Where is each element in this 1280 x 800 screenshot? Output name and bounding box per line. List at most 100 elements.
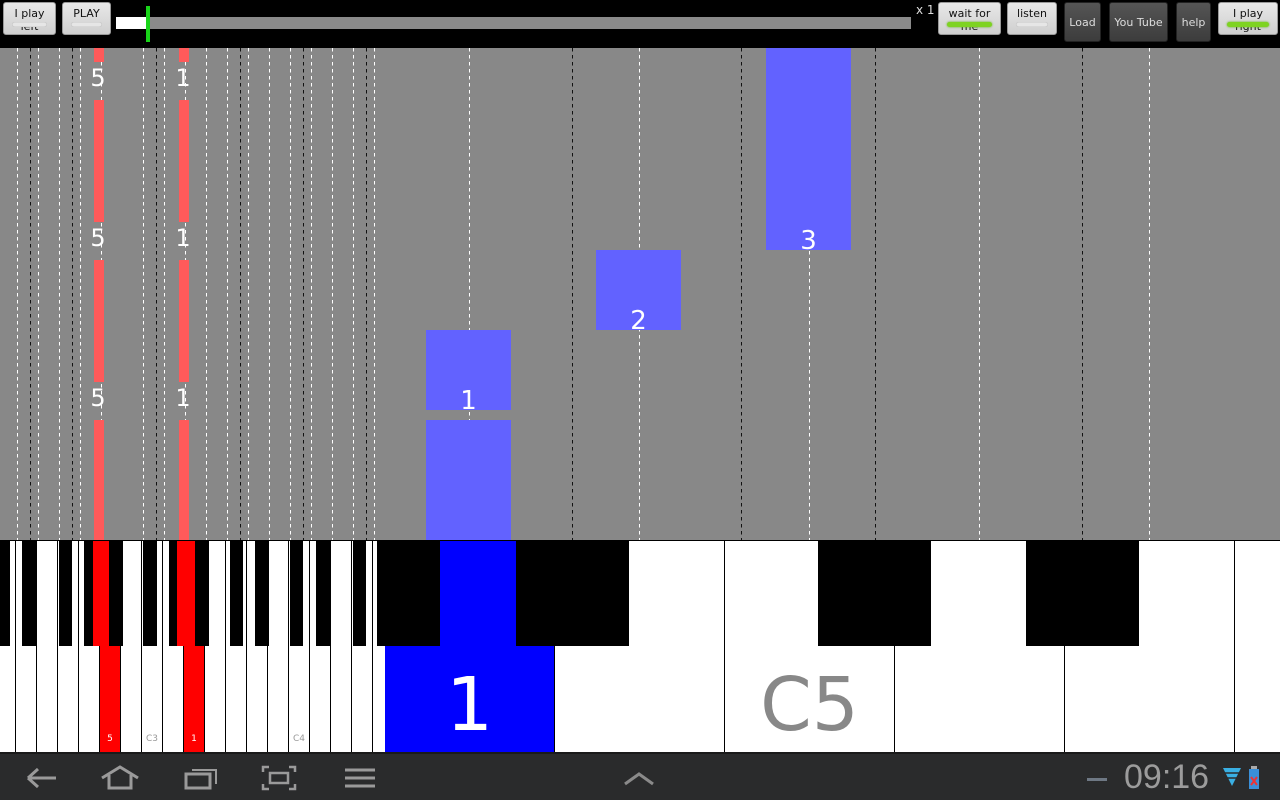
song-progress-fill xyxy=(116,17,148,29)
play-indicator xyxy=(71,22,102,27)
piano-black-key[interactable] xyxy=(255,541,269,646)
right-hand-note: 1 xyxy=(426,330,511,416)
piano-black-key[interactable] xyxy=(818,541,931,646)
menu-icon[interactable] xyxy=(338,764,382,792)
lane-gridline xyxy=(353,48,354,540)
piano-black-key[interactable] xyxy=(353,541,366,646)
piano-black-key[interactable] xyxy=(1026,541,1139,646)
toolbar: I play left PLAY x 1 wait for me listen … xyxy=(0,0,1280,48)
play-right-label: I play right xyxy=(1232,7,1264,33)
piano-black-key[interactable] xyxy=(516,541,629,646)
left-finger-label: 5 xyxy=(90,384,106,412)
right-hand-note: 3 xyxy=(766,48,851,256)
piano-white-key[interactable] xyxy=(268,541,289,752)
right-finger-label: 1 xyxy=(460,386,477,416)
home-icon[interactable] xyxy=(98,764,142,792)
lane-gridline xyxy=(1149,48,1150,540)
left-finger-label: 5 xyxy=(90,64,106,92)
lane-gridline xyxy=(248,48,249,540)
left-hand-key-highlight xyxy=(93,541,106,646)
play-right-indicator xyxy=(1227,22,1269,27)
play-left-indicator xyxy=(12,22,47,27)
key-label: 5 xyxy=(107,734,113,744)
piano-black-key[interactable] xyxy=(290,541,303,646)
right-hand-note: 2 xyxy=(596,250,681,336)
lane-gridline xyxy=(38,48,39,540)
lane-gridline xyxy=(164,48,165,540)
left-finger-label: 1 xyxy=(175,384,191,412)
lane-gridline xyxy=(290,48,291,540)
wait-for-me-button[interactable]: wait for me xyxy=(938,2,1001,35)
screenshot-icon[interactable] xyxy=(257,764,301,792)
right-hand-note xyxy=(426,420,511,540)
lane-gridline xyxy=(572,48,573,540)
piano-black-key[interactable] xyxy=(377,541,440,646)
key-label: 1 xyxy=(191,734,197,744)
lane-gridline xyxy=(30,48,31,540)
lane-gridline xyxy=(332,48,333,540)
piano-white-key[interactable] xyxy=(121,541,142,752)
play-button[interactable]: PLAY xyxy=(62,2,111,35)
system-nav-bar: 09:16 xyxy=(0,752,1280,800)
lane-gridline xyxy=(17,48,18,540)
chevron-up-icon[interactable] xyxy=(617,764,661,792)
lane-gridline xyxy=(979,48,980,540)
speed-label[interactable]: x 1 xyxy=(916,3,935,17)
left-hand-note xyxy=(94,100,104,222)
left-finger-label: 5 xyxy=(90,224,106,252)
clock[interactable]: 09:16 xyxy=(1124,758,1209,797)
lane-gridline xyxy=(72,48,73,540)
piano-black-key[interactable] xyxy=(143,541,157,646)
lane-gridline xyxy=(80,48,81,540)
battery-icon xyxy=(1249,766,1259,789)
left-hand-note xyxy=(179,100,189,222)
lane-gridline xyxy=(311,48,312,540)
lane-gridline xyxy=(206,48,207,540)
lane-gridline xyxy=(741,48,742,540)
wifi-icon xyxy=(1223,768,1241,786)
piano-black-key[interactable] xyxy=(59,541,72,646)
song-progress-slider[interactable] xyxy=(116,17,911,29)
key-label: C3 xyxy=(145,734,158,744)
piano-white-key[interactable] xyxy=(1235,541,1280,752)
lane-gridline xyxy=(156,48,157,540)
right-hand-key-highlight xyxy=(440,541,516,646)
left-hand-note xyxy=(94,48,104,62)
recent-apps-icon[interactable] xyxy=(178,764,222,792)
listen-button[interactable]: listen xyxy=(1007,2,1057,35)
back-icon[interactable] xyxy=(18,764,62,792)
piano-black-key[interactable] xyxy=(230,541,243,646)
song-progress-handle[interactable] xyxy=(146,6,150,42)
lane-gridline xyxy=(303,48,304,540)
piano-black-key[interactable] xyxy=(195,541,209,646)
lane-gridline xyxy=(227,48,228,540)
piano-black-key[interactable] xyxy=(0,541,10,646)
piano-black-key[interactable] xyxy=(22,541,36,646)
app-root: I play left PLAY x 1 wait for me listen … xyxy=(0,0,1280,800)
play-left-label: I play left xyxy=(14,7,45,33)
play-label: PLAY xyxy=(73,7,100,20)
listen-label: listen xyxy=(1017,7,1047,20)
piano-black-key[interactable] xyxy=(316,541,330,646)
right-finger-label: 2 xyxy=(630,306,647,336)
pressed-key-finger-label: 1 xyxy=(445,662,494,748)
piano-black-key[interactable] xyxy=(109,541,123,646)
lane-gridline xyxy=(59,48,60,540)
left-hand-note xyxy=(94,260,104,382)
play-right-button[interactable]: I play right xyxy=(1218,2,1278,35)
help-button[interactable]: help xyxy=(1176,2,1211,42)
listen-indicator xyxy=(1016,22,1048,27)
load-button[interactable]: Load xyxy=(1064,2,1101,42)
octave-label: C5 xyxy=(760,662,859,748)
note-lanes: 5 5 5 1 1 1 1 2 3 xyxy=(0,48,1280,540)
notification-dash-icon[interactable] xyxy=(1087,778,1107,781)
piano-white-key[interactable] xyxy=(37,541,58,752)
youtube-button[interactable]: You Tube xyxy=(1109,2,1168,42)
left-hand-note xyxy=(179,48,189,62)
piano-white-key[interactable] xyxy=(331,541,352,752)
play-left-button[interactable]: I play left xyxy=(3,2,56,35)
left-hand-note xyxy=(179,420,189,540)
piano-keyboard[interactable]: 5 C3 1 C4 1 C5 xyxy=(0,540,1280,752)
lane-gridline xyxy=(374,48,375,540)
lane-gridline xyxy=(143,48,144,540)
